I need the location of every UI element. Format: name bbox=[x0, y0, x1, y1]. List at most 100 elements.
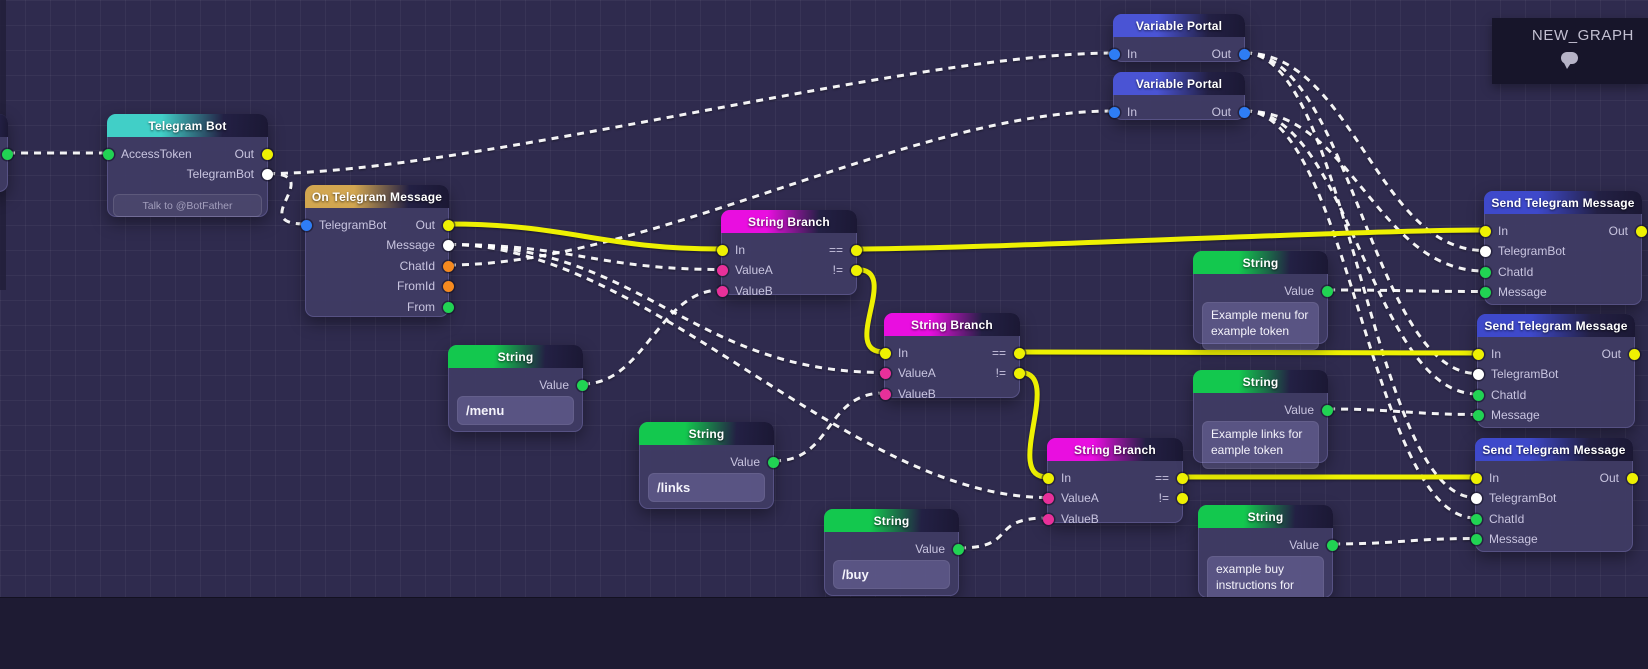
node-send-telegram-1[interactable]: Send Telegram Message In Out TelegramBot Cha… bbox=[1479, 191, 1647, 305]
node-title[interactable]: String bbox=[448, 345, 583, 368]
port-out-==-dot[interactable] bbox=[1013, 347, 1025, 359]
port-in-Message-dot[interactable] bbox=[1479, 287, 1491, 298]
node-title[interactable]: String bbox=[1193, 370, 1328, 393]
port-in-ValueA-dot[interactable] bbox=[1042, 493, 1054, 504]
string-value-input[interactable]: /links bbox=[648, 473, 765, 503]
port-in-AccessToken-dot[interactable] bbox=[102, 148, 114, 160]
port-out-Out-dot[interactable] bbox=[1626, 472, 1638, 484]
port-in-ValueA-dot[interactable] bbox=[716, 265, 728, 276]
port-out-Message-dot[interactable] bbox=[442, 240, 454, 251]
node-title[interactable]: String bbox=[1198, 505, 1333, 528]
node-send-telegram-2[interactable]: Send Telegram Message In Out TelegramBot Cha… bbox=[1472, 314, 1640, 428]
port-out-Out-dot[interactable] bbox=[1628, 348, 1640, 360]
node-string-menu[interactable]: String Value/menu bbox=[448, 345, 588, 432]
port-out-Out-dot[interactable] bbox=[1238, 48, 1250, 60]
port-out-!=-dot[interactable] bbox=[850, 265, 862, 276]
node-string-example-menu[interactable]: String Value Example menu for example toke… bbox=[1193, 251, 1333, 350]
wire-exec[interactable] bbox=[854, 267, 887, 355]
port-in-ValueA-dot[interactable] bbox=[879, 368, 891, 379]
node-string-example-buy[interactable]: String Value example buy instructions for bbox=[1198, 505, 1338, 604]
port-out-out-dot[interactable] bbox=[1, 148, 13, 160]
node-variable-portal-1[interactable]: Variable Portal In Out bbox=[1108, 14, 1250, 62]
wire-exec[interactable] bbox=[1017, 349, 1480, 356]
node-title[interactable]: String bbox=[824, 509, 959, 532]
node-variable-portal-2[interactable]: Variable Portal In Out bbox=[1108, 72, 1250, 120]
port-in-In-dot[interactable] bbox=[1470, 472, 1482, 484]
node-title[interactable]: Send Telegram Message bbox=[1475, 438, 1633, 461]
port-in-TelegramBot-dot[interactable] bbox=[1472, 369, 1484, 380]
wire-exec[interactable] bbox=[854, 227, 1487, 252]
node-string-buy[interactable]: String Value/buy bbox=[824, 509, 964, 596]
port-in-In-dot[interactable] bbox=[1108, 106, 1120, 118]
node-title[interactable]: String bbox=[1193, 251, 1328, 274]
wire-data[interactable] bbox=[267, 172, 306, 226]
port-in-ValueB-dot[interactable] bbox=[1042, 513, 1054, 525]
port-out-Out-dot[interactable] bbox=[1635, 225, 1647, 237]
port-out-ChatId-dot[interactable] bbox=[442, 260, 454, 272]
node-string-links[interactable]: String Value/links bbox=[639, 422, 779, 509]
node-title[interactable]: String Branch bbox=[721, 210, 857, 233]
port-out-Value-dot[interactable] bbox=[767, 456, 779, 468]
port-in-TelegramBot-dot[interactable] bbox=[1470, 493, 1482, 504]
port-in-In-dot[interactable] bbox=[1042, 472, 1054, 484]
node-telegram-bot[interactable]: Telegram Bot AccessToken Out TelegramBot Tal… bbox=[102, 114, 273, 217]
string-value-input[interactable]: Example links for eample token bbox=[1202, 421, 1319, 469]
wire-data[interactable] bbox=[1244, 51, 1485, 252]
string-value-input[interactable]: Example menu for example token bbox=[1202, 302, 1319, 350]
port-in-In-dot[interactable] bbox=[1108, 48, 1120, 60]
port-in-ChatId-dot[interactable] bbox=[1472, 389, 1484, 401]
node-string-branch-2[interactable]: String Branch In == ValueA != ValueB bbox=[879, 313, 1025, 401]
wire-data[interactable] bbox=[773, 391, 885, 463]
wire-data[interactable] bbox=[267, 51, 1114, 175]
wire-data[interactable] bbox=[1332, 537, 1476, 546]
comment-bubble-icon[interactable] bbox=[1561, 52, 1579, 69]
port-out-==-dot[interactable] bbox=[1176, 472, 1188, 484]
port-out-Value-dot[interactable] bbox=[1321, 404, 1333, 416]
node-title[interactable]: On Telegram Message bbox=[305, 185, 449, 208]
node-on-telegram-message[interactable]: On Telegram Message TelegramBot Out Message… bbox=[300, 185, 454, 317]
port-out-From-dot[interactable] bbox=[442, 301, 454, 313]
node-title[interactable]: String Branch bbox=[1047, 438, 1183, 461]
wire-exec[interactable] bbox=[1017, 370, 1050, 480]
node-title[interactable]: Variable Portal bbox=[1113, 14, 1245, 37]
wire-data[interactable] bbox=[582, 288, 722, 386]
port-in-In-dot[interactable] bbox=[1479, 225, 1491, 237]
node-clipped-node[interactable] bbox=[0, 114, 13, 192]
port-out-Out-dot[interactable] bbox=[442, 219, 454, 231]
port-out-Value-dot[interactable] bbox=[1326, 539, 1338, 551]
node-string-branch-1[interactable]: String Branch In == ValueA != ValueB bbox=[716, 210, 862, 298]
port-in-ValueB-dot[interactable] bbox=[879, 388, 891, 400]
node-send-telegram-3[interactable]: Send Telegram Message In Out TelegramBot Cha… bbox=[1470, 438, 1638, 552]
wire-data[interactable] bbox=[1327, 288, 1485, 293]
string-value-input[interactable]: /buy bbox=[833, 560, 950, 590]
graph-canvas[interactable]: Telegram Bot AccessToken Out TelegramBot Tal… bbox=[0, 0, 1648, 669]
port-out-Out-dot[interactable] bbox=[1238, 106, 1250, 118]
node-title[interactable]: String bbox=[639, 422, 774, 445]
port-out-Value-dot[interactable] bbox=[576, 379, 588, 391]
port-out-TelegramBot-dot[interactable] bbox=[261, 169, 273, 180]
port-out-!=-dot[interactable] bbox=[1013, 368, 1025, 379]
port-in-TelegramBot-dot[interactable] bbox=[300, 219, 312, 231]
port-in-In-dot[interactable] bbox=[1472, 348, 1484, 360]
string-value-input[interactable]: /menu bbox=[457, 396, 574, 426]
port-in-Message-dot[interactable] bbox=[1472, 410, 1484, 421]
node-title[interactable]: Telegram Bot bbox=[107, 114, 268, 137]
port-out-Value-dot[interactable] bbox=[1321, 285, 1333, 297]
port-in-In-dot[interactable] bbox=[879, 347, 891, 359]
node-title[interactable]: Send Telegram Message bbox=[1484, 191, 1642, 214]
port-out-Out-dot[interactable] bbox=[261, 148, 273, 160]
wire-data[interactable] bbox=[1244, 109, 1485, 273]
wire-data[interactable] bbox=[958, 516, 1048, 550]
port-in-Message-dot[interactable] bbox=[1470, 534, 1482, 545]
port-in-ChatId-dot[interactable] bbox=[1479, 266, 1491, 278]
node-title[interactable]: Send Telegram Message bbox=[1477, 314, 1635, 337]
port-out-!=-dot[interactable] bbox=[1176, 493, 1188, 504]
node-string-branch-3[interactable]: String Branch In == ValueA != ValueB bbox=[1042, 438, 1188, 526]
port-out-==-dot[interactable] bbox=[850, 244, 862, 256]
node-string-example-links[interactable]: String Value Example links for eample toke… bbox=[1193, 370, 1333, 469]
node-title[interactable]: Variable Portal bbox=[1113, 72, 1245, 95]
port-in-TelegramBot-dot[interactable] bbox=[1479, 246, 1491, 257]
node-title[interactable]: String Branch bbox=[884, 313, 1020, 336]
port-in-ValueB-dot[interactable] bbox=[716, 285, 728, 297]
port-in-ChatId-dot[interactable] bbox=[1470, 513, 1482, 525]
